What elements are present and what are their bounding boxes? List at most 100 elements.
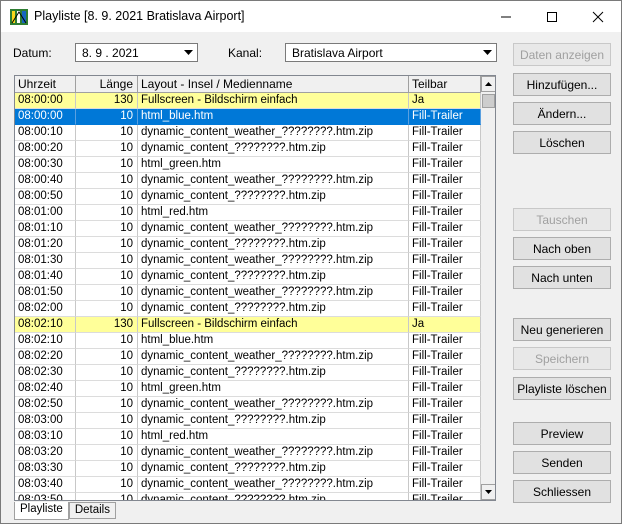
cell-split: Fill-Trailer xyxy=(409,477,481,493)
playlist-grid[interactable]: Uhrzeit Länge Layout - Insel / Mediennam… xyxy=(14,75,496,501)
table-row[interactable]: 08:00:40 10 dynamic_content_weather_??????… xyxy=(15,173,481,189)
cell-time: 08:00:10 xyxy=(15,125,76,141)
cell-split: Fill-Trailer xyxy=(409,349,481,365)
table-row[interactable]: 08:01:50 10 dynamic_content_weather_??????… xyxy=(15,285,481,301)
cell-time: 08:01:30 xyxy=(15,253,76,269)
cell-length: 10 xyxy=(76,221,138,237)
channel-value: Bratislava Airport xyxy=(292,46,383,60)
cell-time: 08:03:10 xyxy=(15,429,76,445)
tab-playlist[interactable]: Playliste xyxy=(14,502,69,520)
table-row[interactable]: 08:03:10 10 html_red.htm Fill-Trailer xyxy=(15,429,481,445)
close-icon xyxy=(592,11,604,22)
date-dropdown-button[interactable] xyxy=(181,45,196,60)
table-row[interactable]: 08:02:00 10 dynamic_content_????????.htm.z… xyxy=(15,301,481,317)
table-row[interactable]: 08:02:30 10 dynamic_content_????????.htm.z… xyxy=(15,365,481,381)
table-row[interactable]: 08:01:40 10 dynamic_content_????????.htm.z… xyxy=(15,269,481,285)
cell-split: Fill-Trailer xyxy=(409,285,481,301)
table-row[interactable]: 08:00:20 10 dynamic_content_????????.htm.z… xyxy=(15,141,481,157)
table-row[interactable]: 08:03:50 10 dynamic_content_????????.htm.z… xyxy=(15,493,481,500)
clear-playlist-button[interactable]: Playliste löschen xyxy=(513,377,611,400)
add-button[interactable]: Hinzufügen... xyxy=(513,73,611,96)
table-row[interactable]: 08:01:30 10 dynamic_content_weather_??????… xyxy=(15,253,481,269)
title-bar: Playliste [8. 9. 2021 Bratislava Airport… xyxy=(1,1,621,32)
cell-media: dynamic_content_weather_????????.htm.zip xyxy=(138,445,409,461)
cell-time: 08:00:00 xyxy=(15,93,76,109)
column-header-length[interactable]: Länge xyxy=(76,76,138,93)
table-row[interactable]: 08:03:00 10 dynamic_content_????????.htm.z… xyxy=(15,413,481,429)
cell-media: html_red.htm xyxy=(138,205,409,221)
column-header-time[interactable]: Uhrzeit xyxy=(15,76,76,93)
minimize-button[interactable] xyxy=(483,1,529,32)
table-row[interactable]: 08:00:10 10 dynamic_content_weather_??????… xyxy=(15,125,481,141)
cell-length: 10 xyxy=(76,285,138,301)
table-row[interactable]: 08:02:50 10 dynamic_content_weather_??????… xyxy=(15,397,481,413)
cell-split: Fill-Trailer xyxy=(409,237,481,253)
cell-time: 08:03:50 xyxy=(15,493,76,500)
cell-media: dynamic_content_weather_????????.htm.zip xyxy=(138,285,409,301)
cell-time: 08:02:30 xyxy=(15,365,76,381)
column-header-media[interactable]: Layout - Insel / Medienname xyxy=(138,76,409,93)
chevron-up-icon xyxy=(485,82,492,86)
close-button[interactable] xyxy=(575,1,621,32)
table-row[interactable]: 08:02:20 10 dynamic_content_weather_??????… xyxy=(15,349,481,365)
cell-time: 08:00:50 xyxy=(15,189,76,205)
cell-split: Fill-Trailer xyxy=(409,125,481,141)
table-row[interactable]: 08:03:40 10 dynamic_content_weather_??????… xyxy=(15,477,481,493)
cell-media: dynamic_content_????????.htm.zip xyxy=(138,365,409,381)
table-row[interactable]: 08:00:00 130 Fullscreen - Bildschirm einfa… xyxy=(15,93,481,109)
vertical-scrollbar[interactable] xyxy=(481,76,495,500)
column-header-split[interactable]: Teilbar xyxy=(409,76,481,93)
table-row[interactable]: 08:02:10 130 Fullscreen - Bildschirm einfa… xyxy=(15,317,481,333)
cell-time: 08:02:50 xyxy=(15,397,76,413)
table-row[interactable]: 08:03:20 10 dynamic_content_weather_??????… xyxy=(15,445,481,461)
cell-time: 08:01:00 xyxy=(15,205,76,221)
cell-split: Fill-Trailer xyxy=(409,157,481,173)
date-picker[interactable]: 8. 9 . 2021 xyxy=(75,43,198,62)
show-data-button[interactable]: Daten anzeigen xyxy=(513,43,611,66)
cell-media: html_red.htm xyxy=(138,429,409,445)
cell-split: Fill-Trailer xyxy=(409,221,481,237)
view-tabs: Playliste Details xyxy=(14,502,116,520)
cell-split: Fill-Trailer xyxy=(409,397,481,413)
channel-select[interactable]: Bratislava Airport xyxy=(285,43,497,62)
maximize-button[interactable] xyxy=(529,1,575,32)
cell-length: 10 xyxy=(76,189,138,205)
cell-media: dynamic_content_????????.htm.zip xyxy=(138,269,409,285)
close-dialog-button[interactable]: Schliessen xyxy=(513,480,611,503)
table-row[interactable]: 08:00:50 10 dynamic_content_????????.htm.z… xyxy=(15,189,481,205)
table-row[interactable]: 08:02:40 10 html_green.htm Fill-Trailer xyxy=(15,381,481,397)
cell-time: 08:00:40 xyxy=(15,173,76,189)
tab-details[interactable]: Details xyxy=(68,502,116,519)
channel-dropdown-button[interactable] xyxy=(480,45,495,60)
channel-label: Kanal: xyxy=(228,46,263,60)
cell-media: html_blue.htm xyxy=(138,333,409,349)
cell-media: dynamic_content_weather_????????.htm.zip xyxy=(138,397,409,413)
cell-time: 08:02:20 xyxy=(15,349,76,365)
move-down-button[interactable]: Nach unten xyxy=(513,266,611,289)
table-row[interactable]: 08:02:10 10 html_blue.htm Fill-Trailer xyxy=(15,333,481,349)
table-row[interactable]: 08:03:30 10 dynamic_content_????????.htm.z… xyxy=(15,461,481,477)
cell-length: 130 xyxy=(76,317,138,333)
preview-button[interactable]: Preview xyxy=(513,422,611,445)
delete-button[interactable]: Löschen xyxy=(513,131,611,154)
maximize-icon xyxy=(547,11,557,22)
cell-time: 08:03:40 xyxy=(15,477,76,493)
cell-media: dynamic_content_weather_????????.htm.zip xyxy=(138,477,409,493)
edit-button[interactable]: Ändern... xyxy=(513,102,611,125)
cell-media: dynamic_content_????????.htm.zip xyxy=(138,189,409,205)
table-row[interactable]: 08:01:20 10 dynamic_content_????????.htm.z… xyxy=(15,237,481,253)
cell-time: 08:03:20 xyxy=(15,445,76,461)
save-button[interactable]: Speichern xyxy=(513,347,611,370)
table-row[interactable]: 08:01:00 10 html_red.htm Fill-Trailer xyxy=(15,205,481,221)
cell-split: Fill-Trailer xyxy=(409,413,481,429)
move-up-button[interactable]: Nach oben xyxy=(513,237,611,260)
table-row[interactable]: 08:00:00 10 html_blue.htm Fill-Trailer xyxy=(15,109,481,125)
scroll-up-button[interactable] xyxy=(481,76,495,92)
scroll-down-button[interactable] xyxy=(481,484,495,500)
regenerate-button[interactable]: Neu generieren xyxy=(513,318,611,341)
scrollbar-thumb[interactable] xyxy=(482,94,495,108)
table-row[interactable]: 08:01:10 10 dynamic_content_weather_??????… xyxy=(15,221,481,237)
send-button[interactable]: Senden xyxy=(513,451,611,474)
table-row[interactable]: 08:00:30 10 html_green.htm Fill-Trailer xyxy=(15,157,481,173)
swap-button[interactable]: Tauschen xyxy=(513,208,611,231)
